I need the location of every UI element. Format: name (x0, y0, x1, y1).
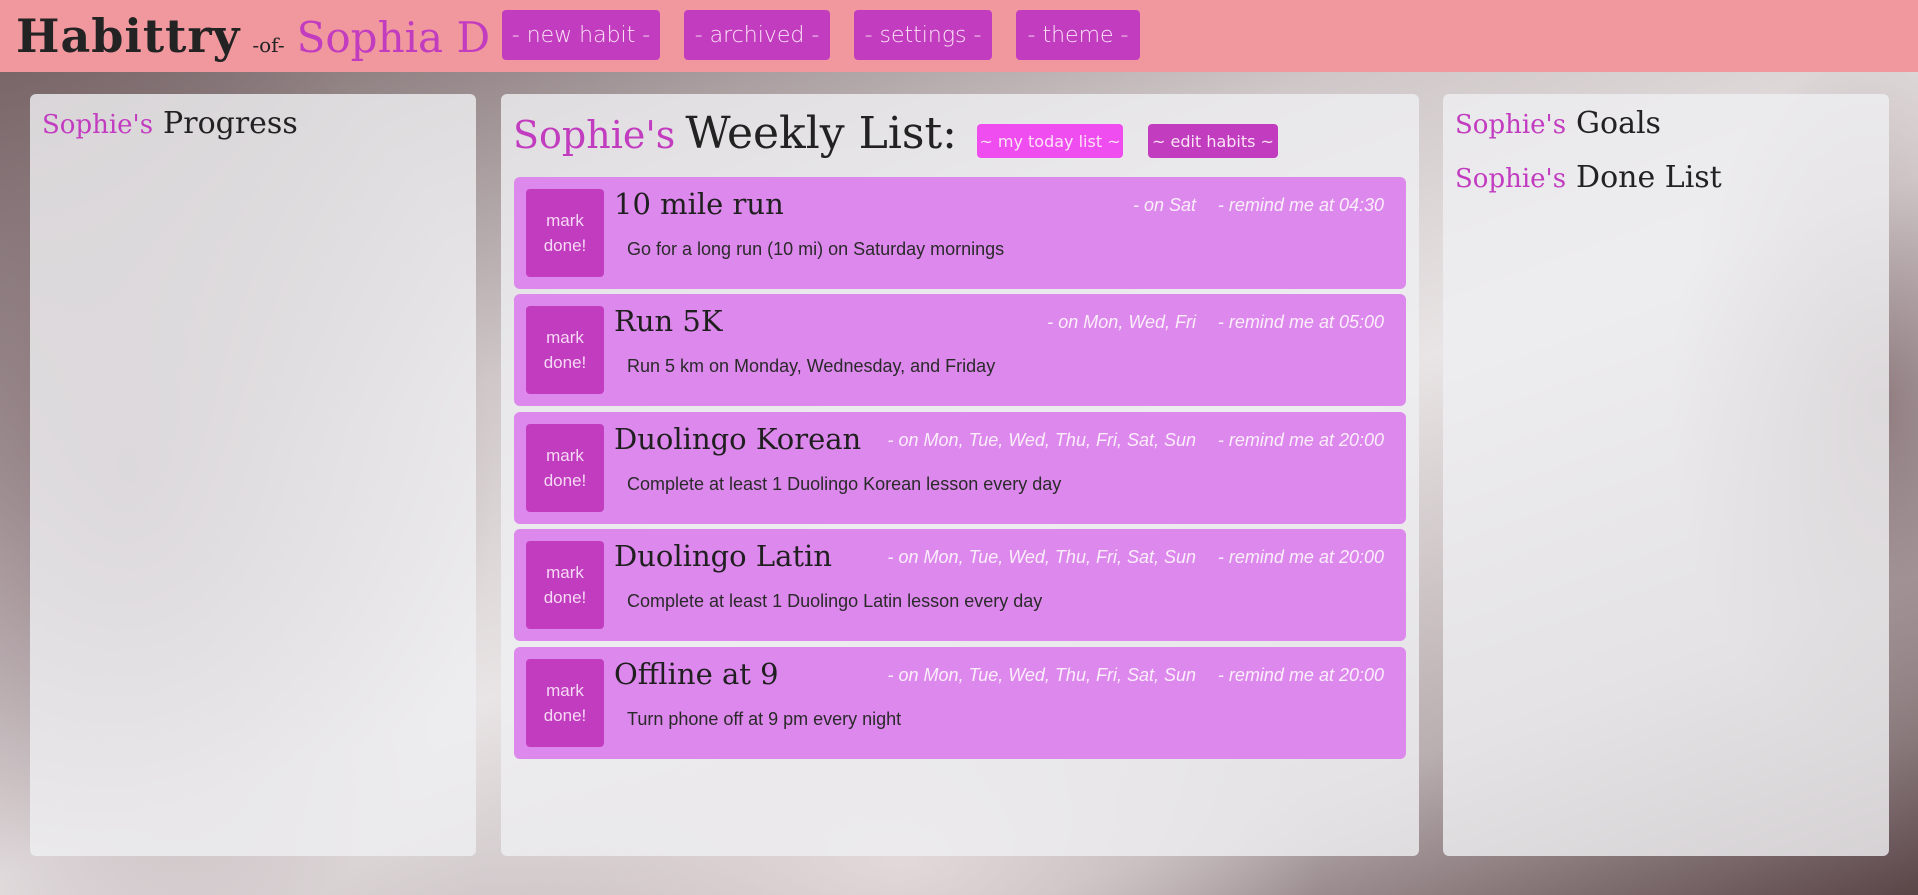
habit-card: mark done! Offline at 9 - on Mon, Tue, We… (514, 647, 1406, 759)
mark-label: mark (546, 563, 584, 582)
done-label: done! (543, 471, 587, 490)
app-name: Habittry (16, 9, 241, 63)
habit-title: Duolingo Korean (614, 422, 862, 456)
habit-reminder: - remind me at 04:30 (1217, 195, 1384, 215)
goals-panel: Sophie's Goals Sophie's Done List (1443, 94, 1889, 856)
progress-label: Progress (163, 106, 298, 141)
habit-description: Run 5 km on Monday, Wednesday, and Frida… (627, 356, 996, 376)
done-list-mark: ˎ (1460, 226, 1465, 242)
habit-reminder: - remind me at 05:00 (1217, 312, 1384, 332)
new-habit-button[interactable]: - new habit - (502, 10, 660, 60)
mark-done-button[interactable]: mark done! (526, 424, 604, 512)
brand: Habittry -of- Sophia D (16, 9, 490, 63)
done-list-title: Sophie's Done List (1455, 160, 1722, 195)
weekly-title: Sophie's Weekly List: (513, 108, 957, 159)
habit-description: Complete at least 1 Duolingo Latin lesso… (627, 591, 1043, 611)
habit-days: - on Mon, Tue, Wed, Thu, Fri, Sat, Sun (887, 665, 1196, 685)
habit-description: Turn phone off at 9 pm every night (627, 709, 902, 729)
settings-button[interactable]: - settings - (854, 10, 992, 60)
done-label: done! (543, 588, 587, 607)
habit-title: Offline at 9 (614, 657, 779, 691)
today-list-button[interactable]: ~ my today list ~ (977, 124, 1123, 158)
done-label: done! (543, 236, 587, 255)
goals-title: Sophie's Goals (1455, 106, 1661, 141)
weekly-owner: Sophie's (513, 113, 676, 157)
habit-reminder: - remind me at 20:00 (1217, 547, 1384, 567)
weekly-label: Weekly List: (685, 108, 957, 159)
goals-owner: Sophie's (1455, 110, 1567, 140)
habit-card: mark done! Duolingo Korean - on Mon, Tue,… (514, 412, 1406, 524)
mark-done-button[interactable]: mark done! (526, 659, 604, 747)
habit-card: mark done! Duolingo Latin - on Mon, Tue, … (514, 529, 1406, 641)
progress-panel: Sophie's Progress (30, 94, 476, 856)
done-list-owner: Sophie's (1455, 164, 1567, 194)
habit-description: Complete at least 1 Duolingo Korean less… (627, 474, 1062, 494)
mark-done-button[interactable]: mark done! (526, 189, 604, 277)
mark-done-button[interactable]: mark done! (526, 306, 604, 394)
top-bar: Habittry -of- Sophia D - new habit - - a… (0, 0, 1918, 72)
habit-title: Run 5K (614, 304, 723, 338)
done-label: done! (543, 353, 587, 372)
done-label: done! (543, 706, 587, 725)
habit-days: - on Sat (1132, 195, 1196, 215)
theme-button[interactable]: - theme - (1016, 10, 1140, 60)
progress-title: Sophie's Progress (42, 106, 298, 141)
habit-title: 10 mile run (614, 187, 784, 221)
habit-reminder: - remind me at 20:00 (1217, 665, 1384, 685)
habit-card: mark done! 10 mile run - on Sat - remind … (514, 177, 1406, 289)
goals-label: Goals (1576, 106, 1661, 141)
habit-description: Go for a long run (10 mi) on Saturday mo… (627, 239, 1005, 259)
mark-label: mark (546, 211, 584, 230)
user-name: Sophia D (296, 13, 491, 62)
edit-habits-button[interactable]: ~ edit habits ~ (1148, 124, 1278, 158)
of-label: -of- (252, 33, 285, 57)
habit-days: - on Mon, Wed, Fri (1047, 312, 1196, 332)
habit-days: - on Mon, Tue, Wed, Thu, Fri, Sat, Sun (887, 430, 1196, 450)
habit-title: Duolingo Latin (614, 539, 833, 573)
habit-days: - on Mon, Tue, Wed, Thu, Fri, Sat, Sun (887, 547, 1196, 567)
archived-button[interactable]: - archived - (684, 10, 830, 60)
mark-label: mark (546, 446, 584, 465)
habit-card: mark done! Run 5K - on Mon, Wed, Fri - re… (514, 294, 1406, 406)
mark-label: mark (546, 681, 584, 700)
habit-reminder: - remind me at 20:00 (1217, 430, 1384, 450)
done-list-label: Done List (1576, 160, 1722, 195)
mark-done-button[interactable]: mark done! (526, 541, 604, 629)
progress-owner: Sophie's (42, 110, 154, 140)
mark-label: mark (546, 328, 584, 347)
